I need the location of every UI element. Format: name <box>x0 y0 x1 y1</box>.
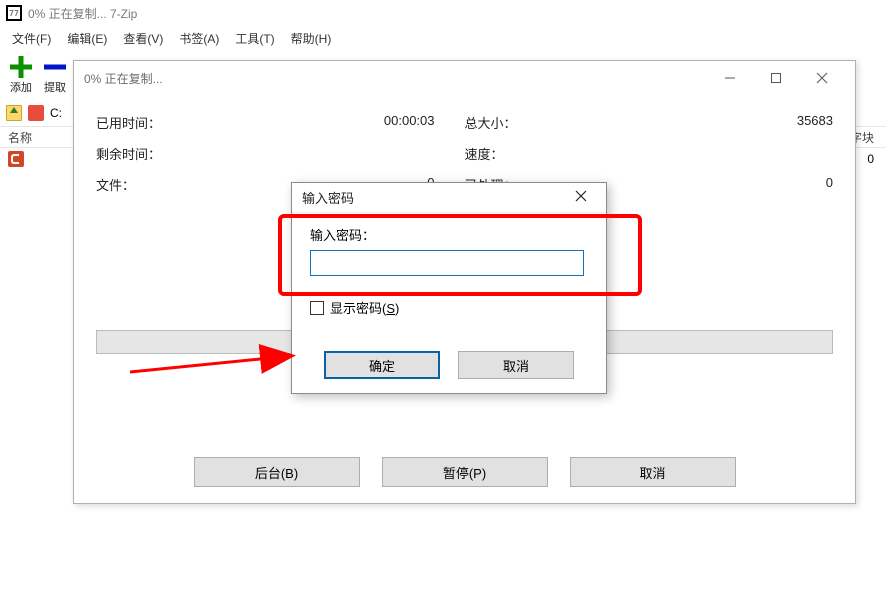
label-speed: 速度： <box>465 144 585 163</box>
app-7z-icon <box>6 5 22 21</box>
label-files: 文件： <box>96 175 216 194</box>
password-title: 输入密码 <box>302 188 354 207</box>
minus-icon <box>38 55 72 79</box>
minimize-button[interactable] <box>707 63 753 93</box>
pptx-icon <box>8 151 24 167</box>
value-remaining <box>216 144 465 163</box>
label-remaining: 剩余时间： <box>96 144 216 163</box>
password-label: 输入密码： <box>310 225 588 244</box>
list-row-block-value: 0 <box>867 152 874 166</box>
toolbar-extract[interactable]: 提取 <box>38 55 72 95</box>
plus-icon <box>4 55 38 79</box>
menubar: 文件(F) 编辑(E) 查看(V) 书签(A) 工具(T) 帮助(H) <box>0 26 886 50</box>
password-input[interactable] <box>310 250 584 276</box>
pause-button[interactable]: 暂停(P) <box>382 457 548 487</box>
label-elapsed: 已用时间： <box>96 113 216 132</box>
password-cancel-button[interactable]: 取消 <box>458 351 574 379</box>
menu-file[interactable]: 文件(F) <box>4 28 59 49</box>
folder-up-icon[interactable] <box>6 105 22 121</box>
password-titlebar: 输入密码 <box>292 183 606 213</box>
maximize-button[interactable] <box>753 63 799 93</box>
path-text: C: <box>50 106 62 120</box>
column-name[interactable]: 名称 <box>8 129 32 146</box>
value-elapsed: 00:00:03 <box>216 113 465 132</box>
password-close-button[interactable] <box>566 190 596 205</box>
show-password-checkbox[interactable] <box>310 301 324 315</box>
progress-titlebar: 0% 正在复制... <box>74 61 855 95</box>
toolbar-add[interactable]: 添加 <box>4 55 38 95</box>
menu-help[interactable]: 帮助(H) <box>283 28 340 49</box>
progress-cancel-button[interactable]: 取消 <box>570 457 736 487</box>
toolbar-extract-label: 提取 <box>38 79 72 95</box>
value-totalsize: 35683 <box>585 113 834 132</box>
close-button[interactable] <box>799 63 845 93</box>
value-processed: 0 <box>585 175 834 194</box>
password-dialog: 输入密码 输入密码： 显示密码(S) 确定 取消 <box>291 182 607 394</box>
label-totalsize: 总大小： <box>465 113 585 132</box>
menu-edit[interactable]: 编辑(E) <box>59 28 115 49</box>
progress-title: 0% 正在复制... <box>84 70 163 87</box>
password-ok-button[interactable]: 确定 <box>324 351 440 379</box>
archive-icon[interactable] <box>28 105 44 121</box>
menu-bookmarks[interactable]: 书签(A) <box>171 28 227 49</box>
main-titlebar: 0% 正在复制... 7-Zip <box>0 0 886 26</box>
toolbar-add-label: 添加 <box>4 79 38 95</box>
background-button[interactable]: 后台(B) <box>194 457 360 487</box>
value-speed <box>585 144 834 163</box>
menu-view[interactable]: 查看(V) <box>115 28 171 49</box>
main-title: 0% 正在复制... 7-Zip <box>28 5 137 22</box>
show-password-label: 显示密码(S) <box>330 298 399 317</box>
menu-tools[interactable]: 工具(T) <box>227 28 282 49</box>
